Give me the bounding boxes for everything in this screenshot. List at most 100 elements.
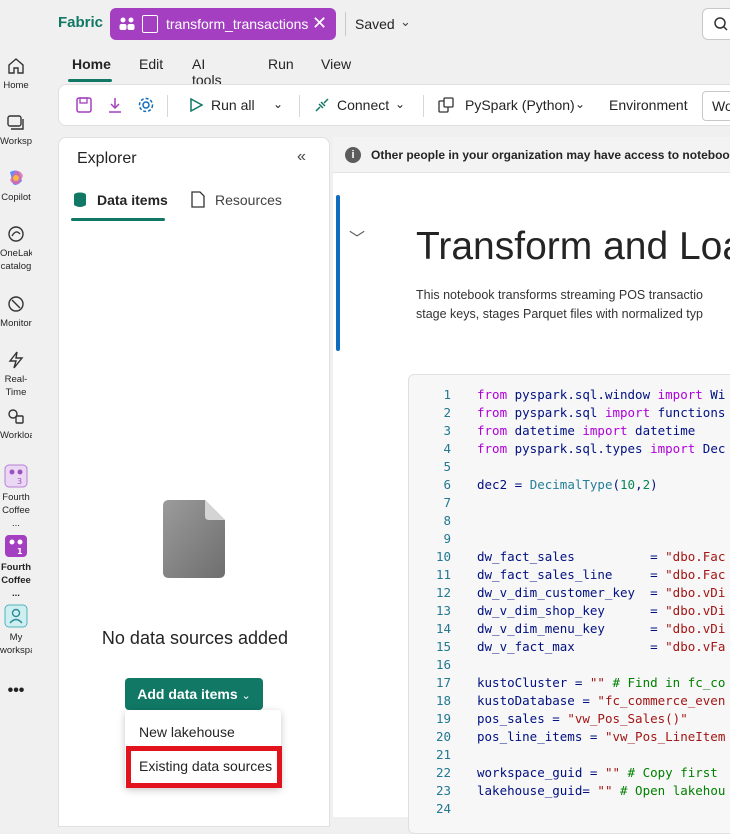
notebook-tab[interactable]: transform_transactions ✕ bbox=[110, 8, 336, 40]
code-text: from pyspark.sql.types import Dec bbox=[477, 441, 726, 456]
code-line: 12 dw_v_dim_customer_key = "dbo.vDi bbox=[409, 585, 730, 603]
tab-edit[interactable]: Edit bbox=[139, 56, 163, 72]
line-number: 22 bbox=[435, 765, 451, 780]
active-cell-indicator bbox=[336, 195, 340, 351]
code-line: 9 bbox=[409, 531, 730, 549]
chevron-down-icon: ⌄ bbox=[575, 97, 586, 111]
nav-fourth-coffee-2[interactable]: 1 Fourth Coffee ... bbox=[0, 534, 32, 600]
nav-my-workspace[interactable]: My workspace bbox=[0, 604, 32, 657]
code-text: from pyspark.sql import functions bbox=[477, 405, 726, 420]
app-brand[interactable]: Fabric bbox=[58, 14, 103, 31]
nav-monitor[interactable]: Monitor bbox=[0, 294, 32, 330]
code-text: pos_line_items = "vw_Pos_LineItem bbox=[477, 729, 726, 744]
collapse-icon[interactable]: « bbox=[297, 148, 306, 166]
code-cell[interactable]: 1 from pyspark.sql.window import Wi 2 from … bbox=[408, 374, 730, 834]
save-status[interactable]: Saved bbox=[355, 16, 395, 32]
code-line: 6 dec2 = DecimalType(10,2) bbox=[409, 477, 730, 495]
close-icon[interactable]: ✕ bbox=[312, 13, 327, 34]
chevron-down-icon[interactable]: ⌄ bbox=[400, 14, 411, 30]
menu-item-new-lakehouse[interactable]: New lakehouse bbox=[139, 724, 235, 740]
empty-file-icon bbox=[163, 500, 225, 578]
home-icon bbox=[8, 58, 24, 74]
notebook-icon bbox=[142, 15, 158, 33]
save-icon[interactable] bbox=[75, 96, 93, 114]
run-all-label: Run all bbox=[211, 97, 255, 113]
nav-realtime[interactable]: Real-Time bbox=[0, 350, 32, 399]
line-number: 1 bbox=[443, 387, 451, 402]
add-data-items-label: Add data items bbox=[137, 686, 238, 702]
more-icon[interactable]: ••• bbox=[0, 684, 32, 697]
workspace-icon bbox=[119, 17, 135, 30]
active-tab-indicator bbox=[71, 218, 165, 221]
code-text: from pyspark.sql.window import Wi bbox=[477, 387, 726, 402]
environment-select[interactable]: Wo bbox=[702, 91, 730, 121]
code-text: pos_sales = "vw_Pos_Sales()" bbox=[477, 711, 688, 726]
code-line: 16 bbox=[409, 657, 730, 675]
environment-label[interactable]: Environment bbox=[609, 97, 688, 113]
code-text: dw_fact_sales_line = "dbo.Fac bbox=[477, 567, 726, 582]
code-line: 19 pos_sales = "vw_Pos_Sales()" bbox=[409, 711, 730, 729]
divider bbox=[299, 95, 300, 117]
nav-home[interactable]: Home bbox=[0, 56, 32, 92]
line-number: 2 bbox=[443, 405, 451, 420]
top-bar: Fabric transform_transactions ✕ Saved ⌄ bbox=[0, 0, 730, 48]
nav-workspaces[interactable]: Workspaces bbox=[0, 112, 32, 148]
nav-label: My workspace bbox=[0, 632, 32, 656]
play-icon bbox=[190, 97, 204, 113]
divider bbox=[167, 95, 168, 117]
empty-state-message: No data sources added bbox=[101, 628, 289, 648]
run-all-button[interactable]: Run all ⌄ bbox=[183, 85, 293, 127]
nav-label: Home bbox=[3, 80, 29, 91]
code-line: 1 from pyspark.sql.window import Wi bbox=[409, 387, 730, 405]
tab-home[interactable]: Home bbox=[72, 56, 111, 72]
code-line: 15 dw_v_fact_max = "dbo.vFa bbox=[409, 639, 730, 657]
explorer-title: Explorer bbox=[77, 150, 137, 167]
tab-data-items-label: Data items bbox=[97, 192, 168, 208]
tab-resources[interactable]: Resources bbox=[189, 190, 289, 222]
line-number: 6 bbox=[443, 477, 451, 492]
line-number: 13 bbox=[435, 603, 451, 618]
line-number: 19 bbox=[435, 711, 451, 726]
search-input[interactable] bbox=[702, 8, 730, 40]
chevron-down-icon: ⌄ bbox=[241, 690, 251, 702]
language-dropdown[interactable]: PySpark (Python) ⌄ bbox=[437, 85, 587, 127]
nav-label: Fourth Coffee ... bbox=[0, 562, 32, 599]
nav-copilot[interactable]: Copilot bbox=[0, 168, 32, 204]
code-text: workspace_guid = "" # Copy first bbox=[477, 765, 726, 780]
collapse-cell-icon[interactable]: ﹀ bbox=[349, 225, 365, 249]
nav-label: Monitor bbox=[0, 318, 32, 329]
code-text: kustoCluster = "" # Find in fc_co bbox=[477, 675, 726, 690]
code-text: dw_v_dim_menu_key = "dbo.vDi bbox=[477, 621, 726, 636]
nav-label: Workspaces bbox=[0, 136, 32, 147]
code-text: dw_v_fact_max = "dbo.vFa bbox=[477, 639, 726, 654]
line-number: 16 bbox=[435, 657, 451, 672]
line-number: 8 bbox=[443, 513, 451, 528]
svg-text:3: 3 bbox=[17, 477, 22, 486]
code-line: 2 from pyspark.sql import functions bbox=[409, 405, 730, 423]
nav-label: Copilot bbox=[1, 192, 31, 203]
line-number: 15 bbox=[435, 639, 451, 654]
code-line: 3 from datetime import datetime bbox=[409, 423, 730, 441]
download-icon[interactable] bbox=[106, 96, 124, 114]
search-icon bbox=[714, 17, 728, 31]
plug-icon bbox=[315, 98, 329, 112]
chevron-down-icon[interactable]: ⌄ bbox=[273, 97, 283, 111]
tab-data-items[interactable]: Data items bbox=[71, 190, 177, 222]
database-icon bbox=[74, 192, 86, 207]
environment-select-value: Wo bbox=[712, 98, 730, 114]
code-line: 8 bbox=[409, 513, 730, 531]
code-line: 11 dw_fact_sales_line = "dbo.Fac bbox=[409, 567, 730, 585]
nav-workloads[interactable]: Workloads bbox=[0, 406, 32, 442]
settings-icon[interactable] bbox=[137, 96, 155, 114]
highlight-box bbox=[126, 746, 282, 788]
nav-onelake[interactable]: OneLake catalog bbox=[0, 224, 32, 273]
line-number: 20 bbox=[435, 729, 451, 744]
line-number: 4 bbox=[443, 441, 451, 456]
nav-fourth-coffee-1[interactable]: 3 Fourth Coffee ... bbox=[0, 464, 32, 530]
connect-button[interactable]: Connect ⌄ bbox=[313, 85, 423, 127]
add-data-items-button[interactable]: Add data items ⌄ bbox=[125, 678, 263, 710]
line-number: 3 bbox=[443, 423, 451, 438]
tab-run[interactable]: Run bbox=[268, 56, 294, 72]
tab-view[interactable]: View bbox=[321, 56, 351, 72]
markdown-paragraph: stage keys, stages Parquet files with no… bbox=[416, 307, 703, 321]
